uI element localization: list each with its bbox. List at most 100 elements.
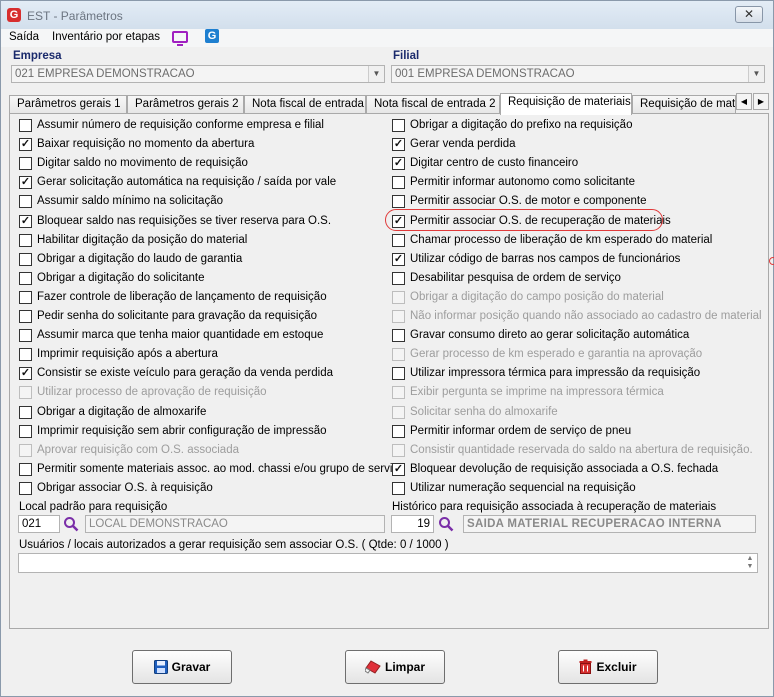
historico-code-input[interactable]: 19 bbox=[391, 515, 434, 533]
close-button[interactable]: ✕ bbox=[735, 6, 763, 23]
filial-label: Filial bbox=[393, 50, 420, 62]
checkbox-checked[interactable]: ✓ bbox=[392, 252, 405, 266]
scroll-arrows-icon[interactable]: ▲ ▼ bbox=[744, 555, 756, 571]
tab-requisicao-materiais[interactable]: Requisição de materiais bbox=[500, 93, 632, 115]
tab-parametros-gerais-2[interactable]: Parâmetros gerais 2 bbox=[127, 95, 244, 114]
checkbox bbox=[392, 290, 405, 304]
checkbox-label: Obrigar associar O.S. à requisição bbox=[37, 481, 213, 494]
monitor-icon[interactable] bbox=[172, 31, 188, 46]
checkbox-label: Bloquear devolução de requisição associa… bbox=[410, 462, 719, 475]
tab-scroll-right-icon[interactable]: ▶ bbox=[753, 93, 769, 110]
delete-button[interactable]: Excluir bbox=[558, 650, 658, 684]
chevron-down-icon[interactable]: ▼ bbox=[748, 66, 764, 82]
checkbox-label: Chamar processo de liberação de km esper… bbox=[410, 233, 713, 246]
checkbox-checked[interactable]: ✓ bbox=[19, 367, 32, 381]
checkbox[interactable] bbox=[19, 405, 32, 419]
checkbox-label: Pedir senha do solicitante para gravação… bbox=[37, 310, 318, 322]
tab-scroll-left-icon[interactable]: ◀ bbox=[736, 93, 752, 110]
checkbox-label: Gerar processo de km esperado e garantia… bbox=[410, 348, 703, 361]
chevron-down-icon[interactable]: ▼ bbox=[368, 66, 384, 82]
title-bar: G EST - Parâmetros ✕ bbox=[1, 1, 773, 29]
checkbox-label: Utilizar impressora térmica para impress… bbox=[410, 367, 701, 380]
historico-name-field: SAIDA MATERIAL RECUPERACAO INTERNA bbox=[463, 515, 756, 533]
checkbox-label: Obrigar a digitação do laudo de garantia bbox=[37, 252, 243, 265]
checkbox[interactable] bbox=[392, 233, 405, 247]
checkbox-label: Assumir saldo mínimo na solicitação bbox=[37, 195, 223, 208]
empresa-select[interactable]: 021 EMPRESA DEMONSTRACAO ▼ bbox=[11, 65, 385, 83]
search-icon[interactable] bbox=[63, 516, 79, 532]
checkbox[interactable] bbox=[392, 271, 405, 285]
checkbox-label: Digitar centro de custo financeiro bbox=[410, 157, 579, 170]
checkbox-label: Permitir somente materiais assoc. ao mod… bbox=[37, 462, 405, 475]
checkbox[interactable] bbox=[19, 481, 32, 495]
empresa-label: Empresa bbox=[13, 50, 62, 62]
checkbox[interactable] bbox=[19, 157, 32, 171]
checkbox-label: Solicitar senha do almoxarife bbox=[410, 405, 558, 418]
checkbox-label: Obrigar a digitação do campo posição do … bbox=[410, 290, 664, 303]
checkbox-label: Gravar consumo direto ao gerar solicitaç… bbox=[410, 329, 690, 342]
checkbox-label: Baixar requisição no momento da abertura bbox=[37, 138, 255, 151]
checkbox-checked[interactable]: ✓ bbox=[19, 176, 32, 190]
checkbox-checked[interactable]: ✓ bbox=[19, 214, 32, 228]
menu-bar: Saída Inventário por etapas bbox=[1, 29, 773, 47]
checkbox-checked[interactable]: ✓ bbox=[392, 462, 405, 476]
checkbox[interactable] bbox=[19, 119, 32, 132]
checkbox bbox=[19, 386, 32, 400]
window-title: EST - Parâmetros bbox=[27, 9, 123, 23]
checkbox-checked[interactable]: ✓ bbox=[392, 138, 405, 152]
checkbox[interactable] bbox=[19, 348, 32, 362]
checkbox-label: Bloquear saldo nas requisições se tiver … bbox=[37, 214, 332, 227]
filial-select[interactable]: 001 EMPRESA DEMONSTRACAO ▼ bbox=[391, 65, 765, 83]
checkbox[interactable] bbox=[392, 119, 405, 132]
checkbox-label: Não informar posição quando não associad… bbox=[410, 310, 762, 322]
checkbox[interactable] bbox=[392, 481, 405, 495]
menu-saida[interactable]: Saída bbox=[9, 31, 39, 43]
local-name-field: LOCAL DEMONSTRACAO bbox=[85, 515, 385, 533]
checkbox[interactable] bbox=[392, 329, 405, 343]
checkbox[interactable] bbox=[19, 424, 32, 438]
checkbox-label: Utilizar processo de aprovação de requis… bbox=[37, 386, 267, 399]
g-logo-icon[interactable]: G bbox=[205, 29, 219, 43]
clear-button[interactable]: Limpar bbox=[345, 650, 445, 684]
tab-nota-fiscal-entrada[interactable]: Nota fiscal de entrada bbox=[244, 95, 366, 114]
checkbox[interactable] bbox=[19, 195, 32, 209]
checkbox[interactable] bbox=[392, 367, 405, 381]
local-code-input[interactable]: 021 bbox=[18, 515, 60, 533]
checkbox-label: Obrigar a digitação do prefixo na requis… bbox=[410, 119, 633, 131]
checkbox-label: Assumir marca que tenha maior quantidade… bbox=[37, 329, 324, 342]
checkbox-label: Aprovar requisição com O.S. associada bbox=[37, 443, 239, 456]
checkbox-label: Permitir informar autonomo como solicita… bbox=[410, 176, 635, 189]
checkbox bbox=[392, 405, 405, 419]
checkbox[interactable] bbox=[19, 462, 32, 476]
checkbox[interactable] bbox=[19, 271, 32, 285]
historico-label: Histórico para requisição associada à re… bbox=[392, 501, 717, 513]
delete-label: Excluir bbox=[596, 660, 637, 674]
usuarios-textarea[interactable]: ▲ ▼ bbox=[18, 553, 758, 573]
tab-requisicao-materiais-2[interactable]: Requisição de materi bbox=[632, 95, 736, 114]
checkbox bbox=[19, 443, 32, 457]
save-button[interactable]: Gravar bbox=[132, 650, 232, 684]
checkbox[interactable] bbox=[392, 176, 405, 190]
checkbox-label: Permitir informar ordem de serviço de pn… bbox=[410, 424, 632, 437]
checkbox-label: Utilizar código de barras nos campos de … bbox=[410, 252, 681, 265]
checkbox[interactable] bbox=[19, 329, 32, 343]
tab-strip: Parâmetros gerais 1 Parâmetros gerais 2 … bbox=[9, 93, 769, 115]
checkbox[interactable] bbox=[19, 290, 32, 304]
search-icon[interactable] bbox=[438, 516, 454, 532]
checkbox-label: Habilitar digitação da posição do materi… bbox=[37, 233, 248, 246]
checkbox[interactable] bbox=[19, 310, 32, 323]
checkbox[interactable] bbox=[19, 233, 32, 247]
checkbox-label: Consistir quantidade reservada do saldo … bbox=[410, 443, 753, 456]
highlight-annotation bbox=[385, 209, 663, 231]
checkbox[interactable] bbox=[392, 424, 405, 438]
tab-parametros-gerais-1[interactable]: Parâmetros gerais 1 bbox=[9, 95, 127, 114]
checkbox-checked[interactable]: ✓ bbox=[392, 157, 405, 171]
clear-label: Limpar bbox=[384, 660, 425, 674]
tab-nota-fiscal-entrada-2[interactable]: Nota fiscal de entrada 2 bbox=[366, 95, 500, 114]
empresa-value: 021 EMPRESA DEMONSTRACAO bbox=[15, 68, 195, 80]
menu-inventario-etapas[interactable]: Inventário por etapas bbox=[52, 31, 160, 43]
checkbox-label: Exibir pergunta se imprime na impressora… bbox=[410, 386, 664, 399]
checkbox-checked[interactable]: ✓ bbox=[19, 138, 32, 152]
checkbox[interactable] bbox=[19, 252, 32, 266]
checkbox[interactable] bbox=[392, 195, 405, 209]
